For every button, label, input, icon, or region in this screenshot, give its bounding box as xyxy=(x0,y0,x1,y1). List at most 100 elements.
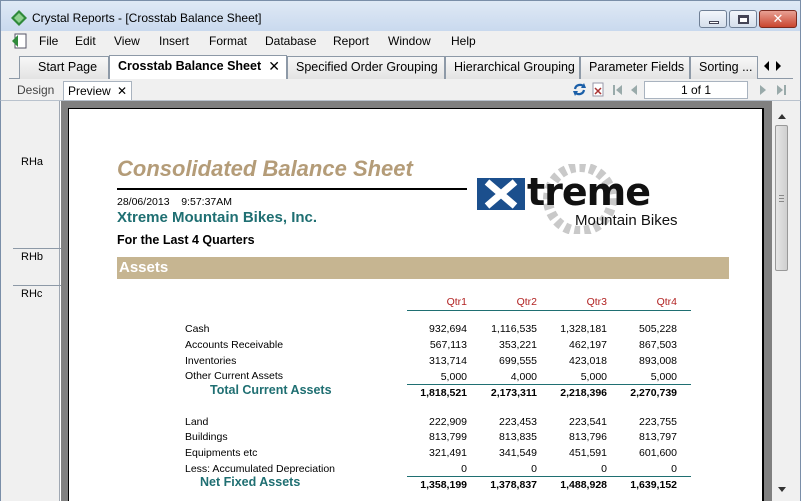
total-current-qtr2[interactable]: 2,173,311 xyxy=(465,387,537,399)
cell-land-qtr3[interactable]: 223,541 xyxy=(535,416,607,428)
cell-oca-qtr3[interactable]: 5,000 xyxy=(535,371,607,383)
cell-cash-qtr4[interactable]: 505,228 xyxy=(605,323,677,335)
print-datetime[interactable]: 28/06/2013 9:57:37AM xyxy=(117,196,232,208)
column-header-qtr4[interactable]: Qtr4 xyxy=(605,296,677,308)
menu-report[interactable]: Report xyxy=(333,34,369,48)
menu-help[interactable]: Help xyxy=(451,34,476,48)
scroll-down-icon[interactable] xyxy=(778,487,786,492)
total-current-qtr1[interactable]: 1,818,521 xyxy=(395,387,467,399)
cell-bld-qtr1[interactable]: 813,799 xyxy=(395,431,467,443)
net-fixed-assets-label[interactable]: Net Fixed Assets xyxy=(200,475,300,489)
cell-inv-qtr4[interactable]: 893,008 xyxy=(605,355,677,367)
menu-edit[interactable]: Edit xyxy=(75,34,96,48)
close-button[interactable]: ✕ xyxy=(759,10,797,28)
last-page-icon[interactable] xyxy=(784,85,786,95)
total-current-qtr3[interactable]: 2,218,396 xyxy=(535,387,607,399)
net-fixed-qtr4[interactable]: 1,639,152 xyxy=(605,479,677,491)
close-tab-icon[interactable]: ✕ xyxy=(268,56,280,76)
menu-window[interactable]: Window xyxy=(388,34,431,48)
cell-bld-qtr3[interactable]: 813,796 xyxy=(535,431,607,443)
refresh-icon[interactable] xyxy=(572,82,587,97)
row-label-land[interactable]: Land xyxy=(185,416,208,428)
page-indicator[interactable]: 1 of 1 xyxy=(644,81,748,99)
cell-eq-qtr4[interactable]: 601,600 xyxy=(605,447,677,459)
previous-page-icon[interactable] xyxy=(631,85,637,95)
cell-land-qtr1[interactable]: 222,909 xyxy=(395,416,467,428)
menu-database[interactable]: Database xyxy=(265,34,316,48)
cell-bld-qtr2[interactable]: 813,835 xyxy=(465,431,537,443)
cell-eq-qtr1[interactable]: 321,491 xyxy=(395,447,467,459)
menu-format[interactable]: Format xyxy=(209,34,247,48)
cell-bld-qtr4[interactable]: 813,797 xyxy=(605,431,677,443)
cell-oca-qtr1[interactable]: 5,000 xyxy=(395,371,467,383)
cell-oca-qtr4[interactable]: 5,000 xyxy=(605,371,677,383)
maximize-button[interactable] xyxy=(729,10,757,28)
row-label-inventories[interactable]: Inventories xyxy=(185,355,236,367)
row-label-accounts-receivable[interactable]: Accounts Receivable xyxy=(185,339,283,351)
section-label-rhc[interactable]: RHc xyxy=(21,288,42,300)
column-header-qtr2[interactable]: Qtr2 xyxy=(465,296,537,308)
tab-specified-order-grouping[interactable]: Specified Order Grouping xyxy=(287,56,445,79)
vertical-scrollbar[interactable] xyxy=(772,101,801,501)
cell-dep-qtr4[interactable]: 0 xyxy=(605,463,677,475)
tab-scroll-left-icon[interactable] xyxy=(764,61,769,71)
cell-eq-qtr2[interactable]: 341,549 xyxy=(465,447,537,459)
tab-crosstab-balance-sheet[interactable]: Crosstab Balance Sheet ✕ xyxy=(109,55,287,79)
cell-oca-qtr2[interactable]: 4,000 xyxy=(465,371,537,383)
tab-scroll-right-icon[interactable] xyxy=(776,61,781,71)
cell-inv-qtr2[interactable]: 699,555 xyxy=(465,355,537,367)
section-label-rhb[interactable]: RHb xyxy=(21,251,43,263)
cell-cash-qtr2[interactable]: 1,116,535 xyxy=(465,323,537,335)
report-title[interactable]: Consolidated Balance Sheet xyxy=(117,156,413,182)
column-header-qtr1[interactable]: Qtr1 xyxy=(395,296,467,308)
tab-sorting[interactable]: Sorting ... xyxy=(690,56,758,79)
row-label-accumulated-depreciation[interactable]: Less: Accumulated Depreciation xyxy=(185,463,335,475)
column-header-qtr3[interactable]: Qtr3 xyxy=(535,296,607,308)
cell-ar-qtr1[interactable]: 567,113 xyxy=(395,339,467,351)
stop-icon[interactable] xyxy=(591,82,606,97)
total-current-assets-label[interactable]: Total Current Assets xyxy=(210,383,332,397)
report-period[interactable]: For the Last 4 Quarters xyxy=(117,233,255,247)
tab-hierarchical-grouping[interactable]: Hierarchical Grouping xyxy=(445,56,580,79)
crystal-reports-app-icon[interactable] xyxy=(11,10,27,26)
total-current-qtr4[interactable]: 2,270,739 xyxy=(605,387,677,399)
net-fixed-qtr1[interactable]: 1,358,199 xyxy=(395,479,467,491)
scrollbar-thumb[interactable] xyxy=(775,125,788,271)
net-fixed-qtr2[interactable]: 1,378,837 xyxy=(465,479,537,491)
row-label-equipments[interactable]: Equipments etc xyxy=(185,447,257,459)
section-label-rha[interactable]: RHa xyxy=(21,156,43,168)
net-fixed-qtr3[interactable]: 1,488,928 xyxy=(535,479,607,491)
tab-start-page[interactable]: Start Page xyxy=(19,56,109,79)
company-name[interactable]: Xtreme Mountain Bikes, Inc. xyxy=(117,209,317,226)
report-canvas[interactable]: Consolidated Balance Sheet 28/06/2013 9:… xyxy=(61,101,772,501)
cell-dep-qtr2[interactable]: 0 xyxy=(465,463,537,475)
cell-dep-qtr3[interactable]: 0 xyxy=(535,463,607,475)
row-label-cash[interactable]: Cash xyxy=(185,323,210,335)
design-tab[interactable]: Design xyxy=(13,81,58,100)
close-preview-icon[interactable]: ✕ xyxy=(117,84,127,98)
cell-land-qtr2[interactable]: 223,453 xyxy=(465,416,537,428)
cell-ar-qtr3[interactable]: 462,197 xyxy=(535,339,607,351)
cell-eq-qtr3[interactable]: 451,591 xyxy=(535,447,607,459)
assets-section-header[interactable]: Assets xyxy=(117,257,729,279)
cell-dep-qtr1[interactable]: 0 xyxy=(395,463,467,475)
cell-inv-qtr3[interactable]: 423,018 xyxy=(535,355,607,367)
tab-parameter-fields[interactable]: Parameter Fields xyxy=(580,56,690,79)
cell-ar-qtr4[interactable]: 867,503 xyxy=(605,339,677,351)
minimize-button[interactable] xyxy=(699,10,727,28)
menu-view[interactable]: View xyxy=(114,34,140,48)
document-icon[interactable] xyxy=(11,33,29,50)
next-page-icon[interactable] xyxy=(760,85,766,95)
last-page-arrow[interactable] xyxy=(777,85,783,95)
menu-insert[interactable]: Insert xyxy=(159,34,189,48)
menu-file[interactable]: File xyxy=(39,34,58,48)
cell-cash-qtr1[interactable]: 932,694 xyxy=(395,323,467,335)
company-logo[interactable]: treme Mountain Bikes xyxy=(477,164,717,239)
cell-cash-qtr3[interactable]: 1,328,181 xyxy=(535,323,607,335)
first-page-arrow[interactable] xyxy=(616,85,622,95)
cell-inv-qtr1[interactable]: 313,714 xyxy=(395,355,467,367)
row-label-other-current-assets[interactable]: Other Current Assets xyxy=(185,370,283,382)
cell-land-qtr4[interactable]: 223,755 xyxy=(605,416,677,428)
first-page-icon[interactable] xyxy=(613,85,615,95)
scroll-up-icon[interactable] xyxy=(778,114,786,119)
